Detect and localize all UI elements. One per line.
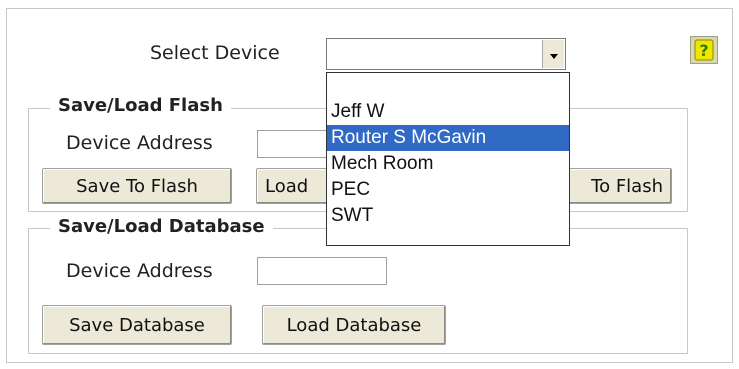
select-device-label: Select Device — [150, 42, 280, 64]
flash-action-button[interactable]: To Flash — [556, 168, 672, 204]
database-device-address-label: Device Address — [66, 260, 213, 282]
device-option[interactable]: SWT — [327, 203, 569, 229]
chevron-down-icon — [549, 53, 558, 59]
device-option-selected[interactable]: Router S McGavin — [327, 125, 569, 151]
flash-device-address-input[interactable] — [257, 130, 337, 158]
load-database-button[interactable]: Load Database — [262, 305, 446, 345]
save-to-flash-button[interactable]: Save To Flash — [42, 168, 232, 204]
device-options-list: Jeff W Router S McGavin Mech Room PEC SW… — [326, 72, 570, 246]
select-device-dropdown[interactable] — [326, 38, 566, 70]
help-icon: ? — [694, 39, 714, 61]
device-option[interactable]: PEC — [327, 177, 569, 203]
flash-device-address-label: Device Address — [66, 132, 213, 154]
database-group-title: Save/Load Database — [50, 216, 273, 237]
flash-group-title: Save/Load Flash — [50, 95, 231, 116]
help-button[interactable]: ? — [690, 36, 718, 64]
device-option[interactable]: Mech Room — [327, 151, 569, 177]
svg-text:?: ? — [699, 41, 708, 60]
device-option[interactable]: Jeff W — [327, 99, 569, 125]
device-option-blank[interactable] — [327, 73, 569, 99]
dropdown-arrow-button[interactable] — [542, 40, 564, 68]
database-device-address-input[interactable] — [257, 257, 387, 285]
save-database-button[interactable]: Save Database — [42, 305, 232, 345]
